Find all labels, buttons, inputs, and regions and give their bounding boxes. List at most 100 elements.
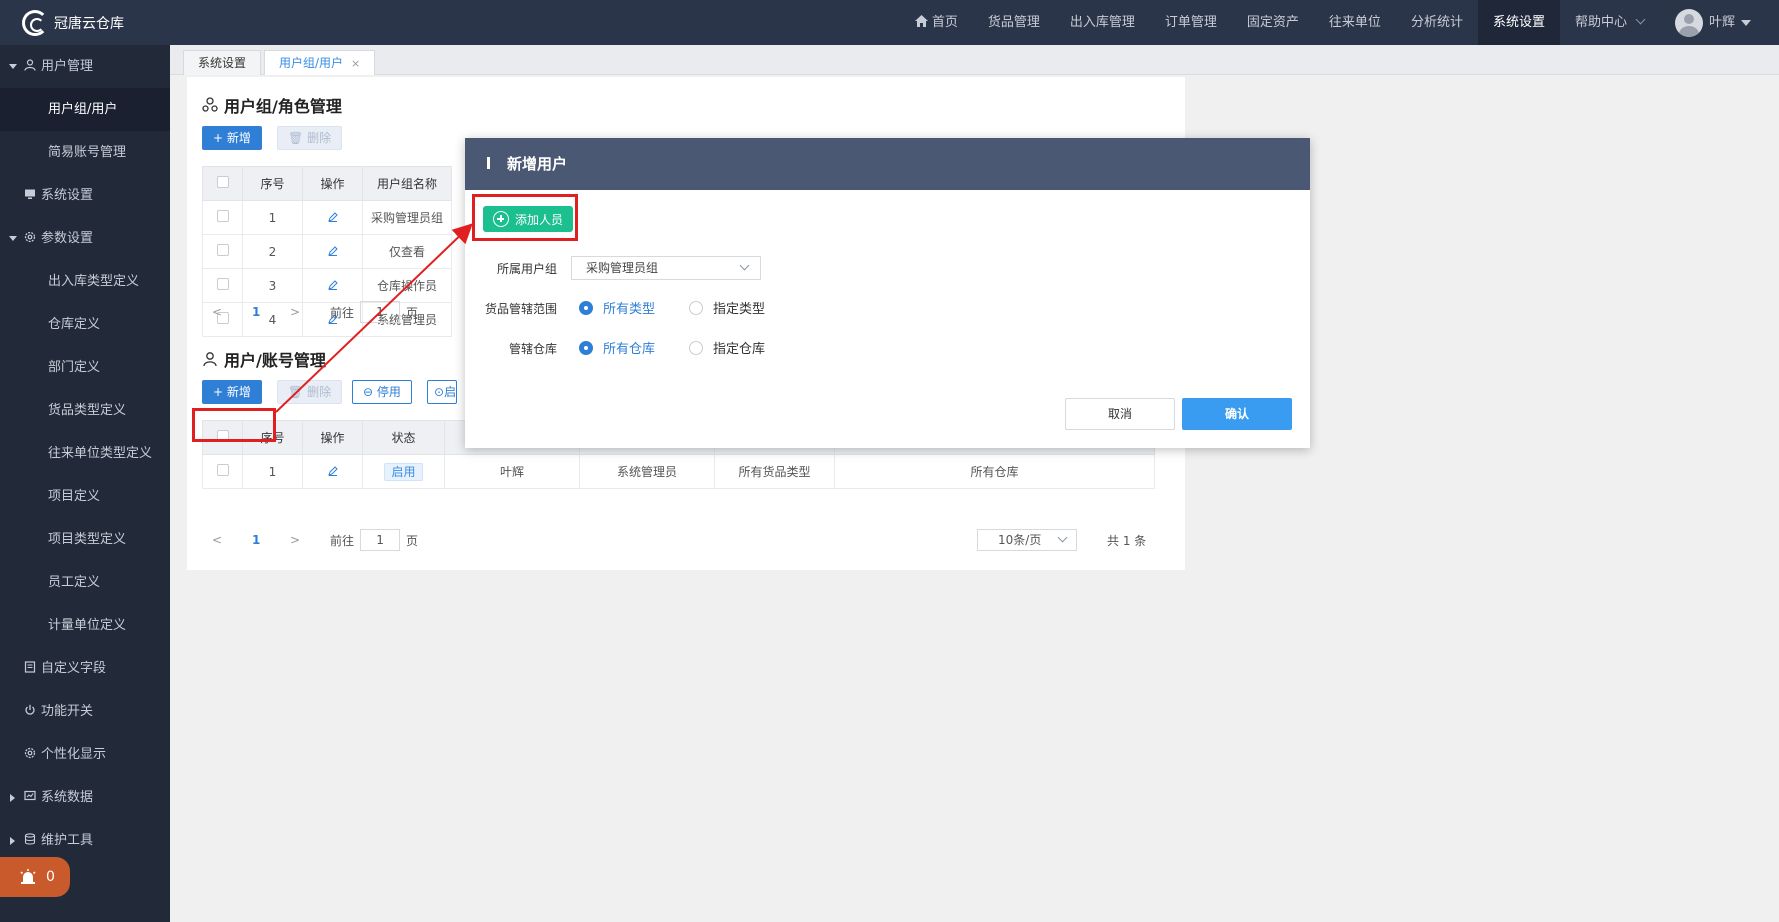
sidebar: 用户管理 用户组/用户 简易账号管理 系统设置 参数设置 出入库类型定义 仓库定… <box>0 45 170 922</box>
chevron-down-icon <box>1635 14 1646 25</box>
warehouse-specific-radio[interactable]: 指定仓库 <box>689 338 765 357</box>
sidebar-item-personalization[interactable]: 个性化显示 <box>0 733 170 776</box>
tab-system-settings[interactable]: 系统设置 <box>183 50 262 75</box>
table-header: 序号 操作 用户组名称 <box>202 166 452 201</box>
sidebar-item-feature-switches[interactable]: 功能开关 <box>0 690 170 733</box>
stop-icon: ⊖ <box>363 385 377 399</box>
chevron-down-icon <box>739 260 750 271</box>
nav-partners[interactable]: 往来单位 <box>1314 0 1396 45</box>
add-group-button[interactable]: + 新增 <box>202 126 262 150</box>
sidebar-item-user-management[interactable]: 用户管理 <box>0 45 170 88</box>
row-checkbox[interactable] <box>216 278 229 290</box>
caret-down-icon <box>9 64 17 69</box>
home-icon <box>914 15 928 27</box>
prev-page-button[interactable]: < <box>212 305 252 319</box>
prev-page-button[interactable]: < <box>212 533 252 547</box>
sidebar-item-goods-types[interactable]: 货品类型定义 <box>0 389 170 432</box>
sidebar-item-maintenance[interactable]: 维护工具 <box>0 819 170 862</box>
goto-page-input[interactable]: 1 <box>360 529 401 551</box>
sidebar-item-system-data[interactable]: 系统数据 <box>0 776 170 819</box>
status-badge: 启用 <box>384 462 423 481</box>
nav-analytics[interactable]: 分析统计 <box>1396 0 1478 45</box>
disable-user-button[interactable]: ⊖ 停用 <box>352 380 412 404</box>
nav-system-settings[interactable]: 系统设置 <box>1477 0 1560 45</box>
row-checkbox[interactable] <box>216 244 229 256</box>
sidebar-item-warehouses[interactable]: 仓库定义 <box>0 303 170 346</box>
goto-page-input[interactable]: 1 <box>360 301 401 323</box>
next-page-button[interactable]: > <box>290 305 330 319</box>
user-name: 叶辉 <box>1708 15 1735 30</box>
page-size-select[interactable]: 10条/页 <box>977 529 1077 551</box>
tab-bar: 系统设置 用户组/用户 × <box>170 45 1779 75</box>
caret-down-icon <box>1741 19 1751 26</box>
sidebar-item-units[interactable]: 计量单位定义 <box>0 604 170 647</box>
sidebar-item-user-groups[interactable]: 用户组/用户 <box>0 88 170 131</box>
app-name: 冠唐云仓库 <box>54 16 124 32</box>
row-checkbox[interactable] <box>216 464 229 476</box>
sidebar-item-parameters[interactable]: 参数设置 <box>0 217 170 260</box>
nav-help[interactable]: 帮助中心 <box>1560 0 1659 45</box>
sidebar-item-custom-fields[interactable]: 自定义字段 <box>0 647 170 690</box>
edit-icon[interactable] <box>327 211 338 222</box>
nav-stock-io[interactable]: 出入库管理 <box>1055 0 1150 45</box>
edit-icon[interactable] <box>327 245 338 256</box>
current-page[interactable]: 1 <box>252 305 290 319</box>
section-title-groups: 用户组/角色管理 <box>202 93 342 117</box>
goods-scope-specific-radio[interactable]: 指定类型 <box>689 298 765 317</box>
form-icon <box>24 661 36 673</box>
close-icon[interactable]: × <box>351 57 360 70</box>
user-menu[interactable]: 叶辉 <box>1659 0 1779 45</box>
current-page[interactable]: 1 <box>252 533 290 547</box>
chart-icon <box>24 790 36 801</box>
top-nav: 首页 货品管理 出入库管理 订单管理 固定资产 往来单位 分析统计 系统设置 帮… <box>900 0 1779 45</box>
play-icon: ⊙ <box>434 385 445 399</box>
app-logo[interactable]: 冠唐云仓库 <box>22 10 124 36</box>
table-row[interactable]: 2 仅查看 <box>202 234 452 269</box>
sidebar-item-departments[interactable]: 部门定义 <box>0 346 170 389</box>
sidebar-item-project-types[interactable]: 项目类型定义 <box>0 518 170 561</box>
delete-user-button[interactable]: 🗑 删除 <box>277 380 343 404</box>
dialog-header: 新增用户 <box>465 138 1310 190</box>
cancel-button[interactable]: 取消 <box>1065 398 1175 430</box>
goods-scope-label: 货品管辖范围 <box>484 302 557 316</box>
goods-scope-all-radio[interactable]: 所有类型 <box>579 298 655 317</box>
table-row[interactable]: 3 仓库操作员 <box>202 268 452 303</box>
next-page-button[interactable]: > <box>290 533 330 547</box>
sidebar-item-io-types[interactable]: 出入库类型定义 <box>0 260 170 303</box>
group-icon <box>202 97 218 112</box>
edit-icon[interactable] <box>327 279 338 290</box>
row-checkbox[interactable] <box>216 210 229 222</box>
gear-icon <box>24 231 36 243</box>
section-title-users: 用户/账号管理 <box>202 347 326 371</box>
nav-home[interactable]: 首页 <box>900 0 973 45</box>
nav-fixed-assets[interactable]: 固定资产 <box>1232 0 1314 45</box>
sidebar-item-employees[interactable]: 员工定义 <box>0 561 170 604</box>
group-select[interactable]: 采购管理员组 <box>571 256 761 280</box>
chevron-down-icon <box>1057 532 1068 543</box>
logo-icon <box>22 10 48 36</box>
nav-orders[interactable]: 订单管理 <box>1150 0 1232 45</box>
power-icon <box>25 704 35 715</box>
tab-user-groups[interactable]: 用户组/用户 × <box>264 50 376 75</box>
user-icon <box>24 59 36 71</box>
alarm-count: 0 <box>46 869 55 885</box>
select-all-checkbox[interactable] <box>216 176 229 188</box>
delete-group-button[interactable]: 🗑 删除 <box>277 126 343 150</box>
table-row[interactable]: 1 采购管理员组 <box>202 200 452 235</box>
nav-goods[interactable]: 货品管理 <box>973 0 1055 45</box>
warehouse-all-radio[interactable]: 所有仓库 <box>579 338 655 357</box>
sidebar-item-system-settings[interactable]: 系统设置 <box>0 174 170 217</box>
alarm-icon <box>20 869 36 884</box>
database-icon <box>24 833 36 845</box>
caret-down-icon <box>9 236 17 241</box>
add-user-button[interactable]: + 新增 <box>202 380 262 404</box>
sidebar-item-projects[interactable]: 项目定义 <box>0 475 170 518</box>
sidebar-item-partner-types[interactable]: 往来单位类型定义 <box>0 432 170 475</box>
table-row[interactable]: 1 启用 叶辉 系统管理员 所有货品类型 所有仓库 <box>202 454 1155 489</box>
confirm-button[interactable]: 确认 <box>1182 398 1292 430</box>
group-label: 所属用户组 <box>496 262 557 276</box>
sidebar-item-simple-accounts[interactable]: 简易账号管理 <box>0 131 170 174</box>
edit-icon[interactable] <box>327 465 338 476</box>
alarm-button[interactable]: 0 <box>0 857 70 897</box>
enable-user-button[interactable]: ⊙启 <box>427 380 457 404</box>
